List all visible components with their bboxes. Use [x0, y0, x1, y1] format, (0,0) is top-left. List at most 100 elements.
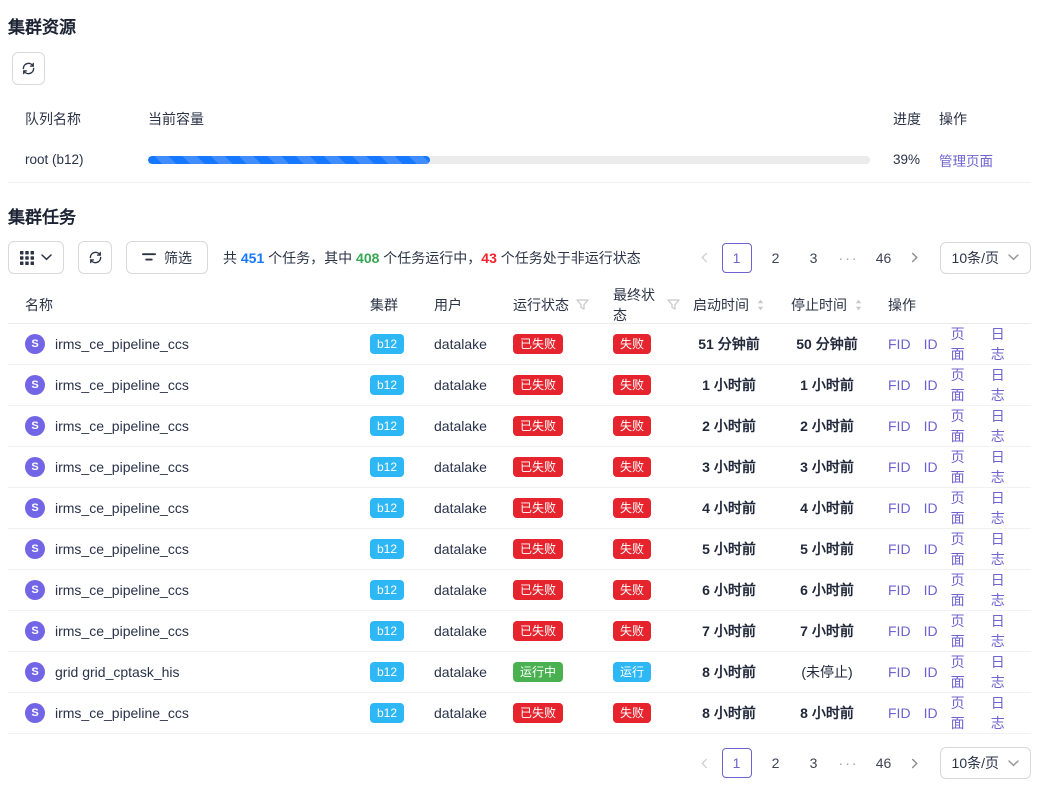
fid-link[interactable]: FID [888, 377, 911, 393]
id-link[interactable]: ID [924, 377, 938, 393]
manage-page-link[interactable]: 管理页面 [939, 154, 993, 169]
task-name: irms_ce_pipeline_ccs [55, 377, 189, 393]
id-link[interactable]: ID [924, 459, 938, 475]
id-link[interactable]: ID [924, 623, 938, 639]
log-link[interactable]: 日志 [991, 611, 1018, 651]
tasks-table-body: S irms_ce_pipeline_ccs b12 datalake 已失败 … [8, 324, 1031, 734]
sync-icon [88, 250, 103, 265]
funnel-icon[interactable] [667, 299, 680, 311]
page-button-last[interactable]: 46 [870, 243, 898, 273]
avatar: S [25, 621, 45, 641]
page-size-select[interactable]: 10条/页 [940, 242, 1031, 274]
page-size-select[interactable]: 10条/页 [940, 747, 1031, 779]
table-row: S irms_ce_pipeline_ccs b12 datalake 已失败 … [8, 693, 1031, 734]
stop-time: 7 小时前 [800, 621, 854, 641]
page-button-1[interactable]: 1 [722, 748, 752, 778]
stop-time: (未停止) [801, 662, 852, 682]
log-link[interactable]: 日志 [991, 652, 1018, 692]
start-time: 7 小时前 [702, 621, 756, 641]
resources-table: 队列名称 当前容量 进度 操作 root (b12) 39% 管理页面 [8, 101, 1031, 183]
refresh-tasks-button[interactable] [78, 241, 112, 274]
final-status-badge: 失败 [613, 416, 651, 436]
fid-link[interactable]: FID [888, 418, 911, 434]
id-link[interactable]: ID [924, 664, 938, 680]
final-status-badge: 失败 [613, 457, 651, 477]
progress-value: 39% [893, 152, 939, 167]
page-link[interactable]: 页面 [951, 447, 978, 487]
run-status-badge: 已失败 [513, 621, 563, 641]
id-link[interactable]: ID [924, 500, 938, 516]
id-link[interactable]: ID [924, 705, 938, 721]
log-link[interactable]: 日志 [991, 488, 1018, 528]
fid-link[interactable]: FID [888, 459, 911, 475]
start-time: 51 分钟前 [698, 334, 759, 354]
avatar: S [25, 457, 45, 477]
layout-select-button[interactable] [8, 241, 64, 274]
log-link[interactable]: 日志 [991, 447, 1018, 487]
page-link[interactable]: 页面 [951, 693, 978, 733]
actions-header: 操作 [876, 295, 1031, 315]
page-link[interactable]: 页面 [951, 611, 978, 651]
user-cell: datalake [421, 500, 497, 516]
page-button-1[interactable]: 1 [722, 243, 752, 273]
filter-button[interactable]: 筛选 [126, 241, 208, 274]
pagination-ellipsis[interactable]: ··· [839, 250, 859, 266]
page: 集群资源 队列名称 当前容量 进度 操作 root (b12) 39% [0, 0, 1039, 779]
tasks-table-header: 名称 集群 用户 运行状态 最终状态 启动时间 [8, 286, 1031, 324]
pagination-ellipsis[interactable]: ··· [839, 755, 859, 771]
page-link[interactable]: 页面 [951, 365, 978, 405]
prev-page-button[interactable] [693, 749, 717, 777]
page-link[interactable]: 页面 [951, 570, 978, 610]
progress-header: 进度 [893, 109, 939, 129]
capacity-header: 当前容量 [148, 109, 893, 129]
queue-name-header: 队列名称 [8, 109, 148, 129]
prev-page-button[interactable] [693, 244, 717, 272]
fid-link[interactable]: FID [888, 623, 911, 639]
log-link[interactable]: 日志 [991, 570, 1018, 610]
refresh-resources-button[interactable] [12, 52, 45, 85]
fid-link[interactable]: FID [888, 500, 911, 516]
page-link[interactable]: 页面 [951, 406, 978, 446]
id-link[interactable]: ID [924, 541, 938, 557]
run-status-badge: 已失败 [513, 375, 563, 395]
id-link[interactable]: ID [924, 582, 938, 598]
page-link[interactable]: 页面 [951, 324, 978, 364]
fid-link[interactable]: FID [888, 541, 911, 557]
task-name: irms_ce_pipeline_ccs [55, 459, 189, 475]
log-link[interactable]: 日志 [991, 365, 1018, 405]
fid-link[interactable]: FID [888, 582, 911, 598]
page-button-3[interactable]: 3 [800, 748, 828, 778]
page-link[interactable]: 页面 [951, 652, 978, 692]
fid-link[interactable]: FID [888, 705, 911, 721]
final-status-badge: 失败 [613, 703, 651, 723]
log-link[interactable]: 日志 [991, 324, 1018, 364]
pagination: 1 2 3 ··· 46 10条/页 [693, 242, 1031, 274]
next-page-button[interactable] [903, 244, 927, 272]
id-link[interactable]: ID [924, 336, 938, 352]
page-link[interactable]: 页面 [951, 488, 978, 528]
page-button-3[interactable]: 3 [800, 243, 828, 273]
next-page-button[interactable] [903, 749, 927, 777]
log-link[interactable]: 日志 [991, 406, 1018, 446]
fid-link[interactable]: FID [888, 336, 911, 352]
table-row: S irms_ce_pipeline_ccs b12 datalake 已失败 … [8, 488, 1031, 529]
sort-carets-icon[interactable] [756, 298, 765, 312]
log-link[interactable]: 日志 [991, 529, 1018, 569]
user-cell: datalake [421, 623, 497, 639]
page-link[interactable]: 页面 [951, 529, 978, 569]
id-link[interactable]: ID [924, 418, 938, 434]
page-button-last[interactable]: 46 [870, 748, 898, 778]
cluster-badge: b12 [370, 498, 404, 518]
fid-link[interactable]: FID [888, 664, 911, 680]
table-row: S irms_ce_pipeline_ccs b12 datalake 已失败 … [8, 529, 1031, 570]
page-button-2[interactable]: 2 [762, 243, 790, 273]
log-link[interactable]: 日志 [991, 693, 1018, 733]
funnel-icon[interactable] [576, 299, 589, 311]
page-button-2[interactable]: 2 [762, 748, 790, 778]
cluster-badge: b12 [370, 457, 404, 477]
sort-carets-icon[interactable] [854, 298, 863, 312]
final-status-badge: 失败 [613, 621, 651, 641]
sync-icon [21, 61, 36, 76]
cluster-header: 集群 [357, 295, 421, 315]
resources-table-header: 队列名称 当前容量 进度 操作 [8, 101, 1031, 137]
